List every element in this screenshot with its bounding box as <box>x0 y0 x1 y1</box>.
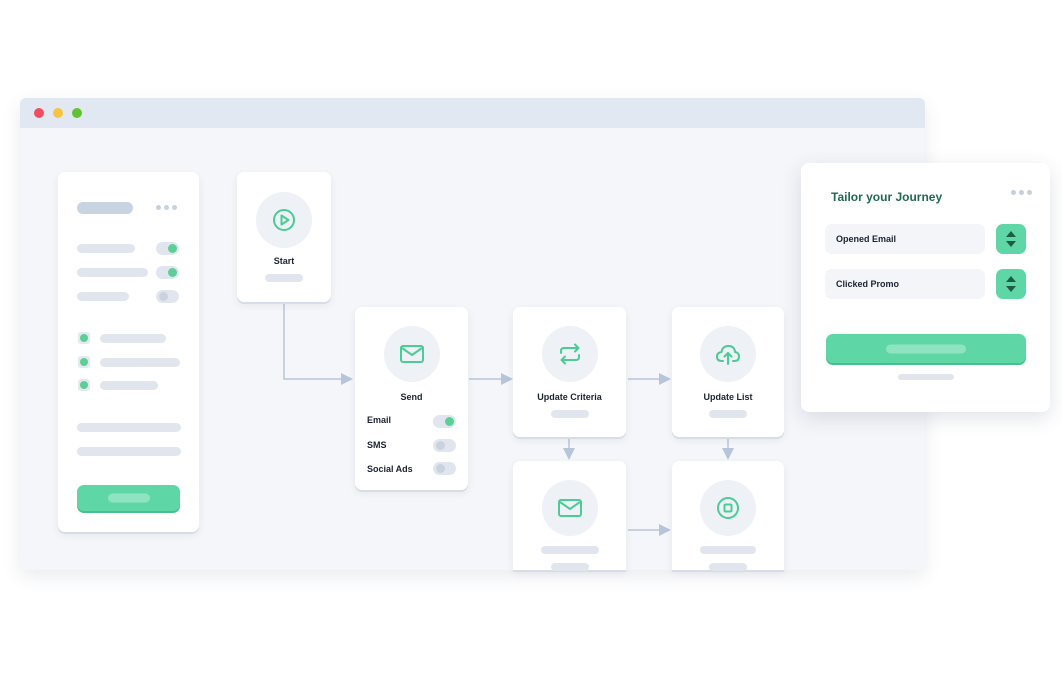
node-sub-placeholder <box>709 410 747 418</box>
option-label-placeholder <box>100 358 180 367</box>
play-icon <box>273 209 295 231</box>
option-label-placeholder <box>100 381 158 390</box>
node-title-placeholder <box>540 546 599 554</box>
condition-label: Opened Email <box>836 234 897 244</box>
option-label-placeholder <box>100 334 166 343</box>
node-email-step[interactable] <box>513 461 626 571</box>
setting-toggle-2[interactable] <box>156 266 179 279</box>
node-stop-step[interactable] <box>672 461 784 571</box>
node-send-label: Send <box>400 392 423 402</box>
setting-toggle-3[interactable] <box>156 290 179 303</box>
node-icon-bg <box>541 326 598 382</box>
tailor-journey-panel: Tailor your Journey Opened Email Clicked… <box>801 163 1050 412</box>
repeat-icon <box>559 343 580 365</box>
node-sub-placeholder <box>709 563 747 571</box>
node-icon-bg <box>383 326 440 382</box>
option-checkbox-3[interactable] <box>78 379 90 391</box>
node-icon-bg <box>700 480 756 536</box>
node-update-criteria-label: Update Criteria <box>537 392 602 402</box>
setting-toggle-1[interactable] <box>156 242 179 255</box>
channel-sms-label: SMS <box>367 440 387 450</box>
panel-confirm-button[interactable] <box>826 334 1026 363</box>
more-options-icon[interactable] <box>1011 190 1032 195</box>
node-sub-placeholder <box>550 410 589 418</box>
node-update-criteria[interactable]: Update Criteria <box>513 307 626 437</box>
node-update-list[interactable]: Update List <box>672 307 784 437</box>
sidebar-title-placeholder <box>77 202 133 214</box>
condition-field-clicked-promo[interactable]: Clicked Promo <box>825 269 985 299</box>
option-checkbox-2[interactable] <box>78 356 90 368</box>
panel-title: Tailor your Journey <box>831 190 943 204</box>
node-icon-bg <box>541 480 598 536</box>
channel-email-toggle[interactable] <box>433 415 456 428</box>
node-send[interactable]: Send Email SMS Social Ads <box>355 307 468 490</box>
setting-label-placeholder <box>77 268 148 277</box>
condition-label: Clicked Promo <box>836 279 900 289</box>
channel-social-ads-label: Social Ads <box>367 464 413 474</box>
chevron-up-icon[interactable] <box>1006 231 1016 237</box>
node-icon-bg <box>700 326 756 382</box>
option-checkbox-1[interactable] <box>78 332 90 344</box>
condition-stepper-opened-email[interactable] <box>996 224 1026 254</box>
settings-sidebar <box>58 172 199 532</box>
condition-field-opened-email[interactable]: Opened Email <box>825 224 985 254</box>
node-update-list-label: Update List <box>703 392 753 402</box>
setting-label-placeholder <box>77 244 135 253</box>
condition-stepper-clicked-promo[interactable] <box>996 269 1026 299</box>
connector-start-send <box>283 303 353 385</box>
stop-icon <box>717 497 739 519</box>
node-sub-placeholder <box>550 563 589 571</box>
text-line-placeholder <box>77 447 181 456</box>
chevron-down-icon[interactable] <box>1006 286 1016 292</box>
chevron-down-icon[interactable] <box>1006 241 1016 247</box>
setting-label-placeholder <box>77 292 129 301</box>
mail-icon <box>557 499 582 517</box>
cloud-upload-icon <box>716 345 740 365</box>
node-start[interactable]: Start <box>237 172 331 302</box>
node-title-placeholder <box>700 546 756 554</box>
channel-sms-toggle[interactable] <box>433 439 456 452</box>
chevron-up-icon[interactable] <box>1006 276 1016 282</box>
node-sub-placeholder <box>265 274 303 282</box>
channel-email-label: Email <box>367 415 392 425</box>
text-line-placeholder <box>77 423 181 432</box>
node-icon-bg <box>256 192 312 248</box>
channel-social-ads-toggle[interactable] <box>433 462 456 475</box>
node-start-label: Start <box>273 256 295 266</box>
more-options-icon[interactable] <box>156 205 177 210</box>
mail-icon <box>399 345 424 363</box>
panel-footer-placeholder <box>898 374 954 380</box>
stage: Start Send Email SMS Social Ads Update C… <box>0 0 1062 685</box>
sidebar-apply-button[interactable] <box>77 485 180 511</box>
